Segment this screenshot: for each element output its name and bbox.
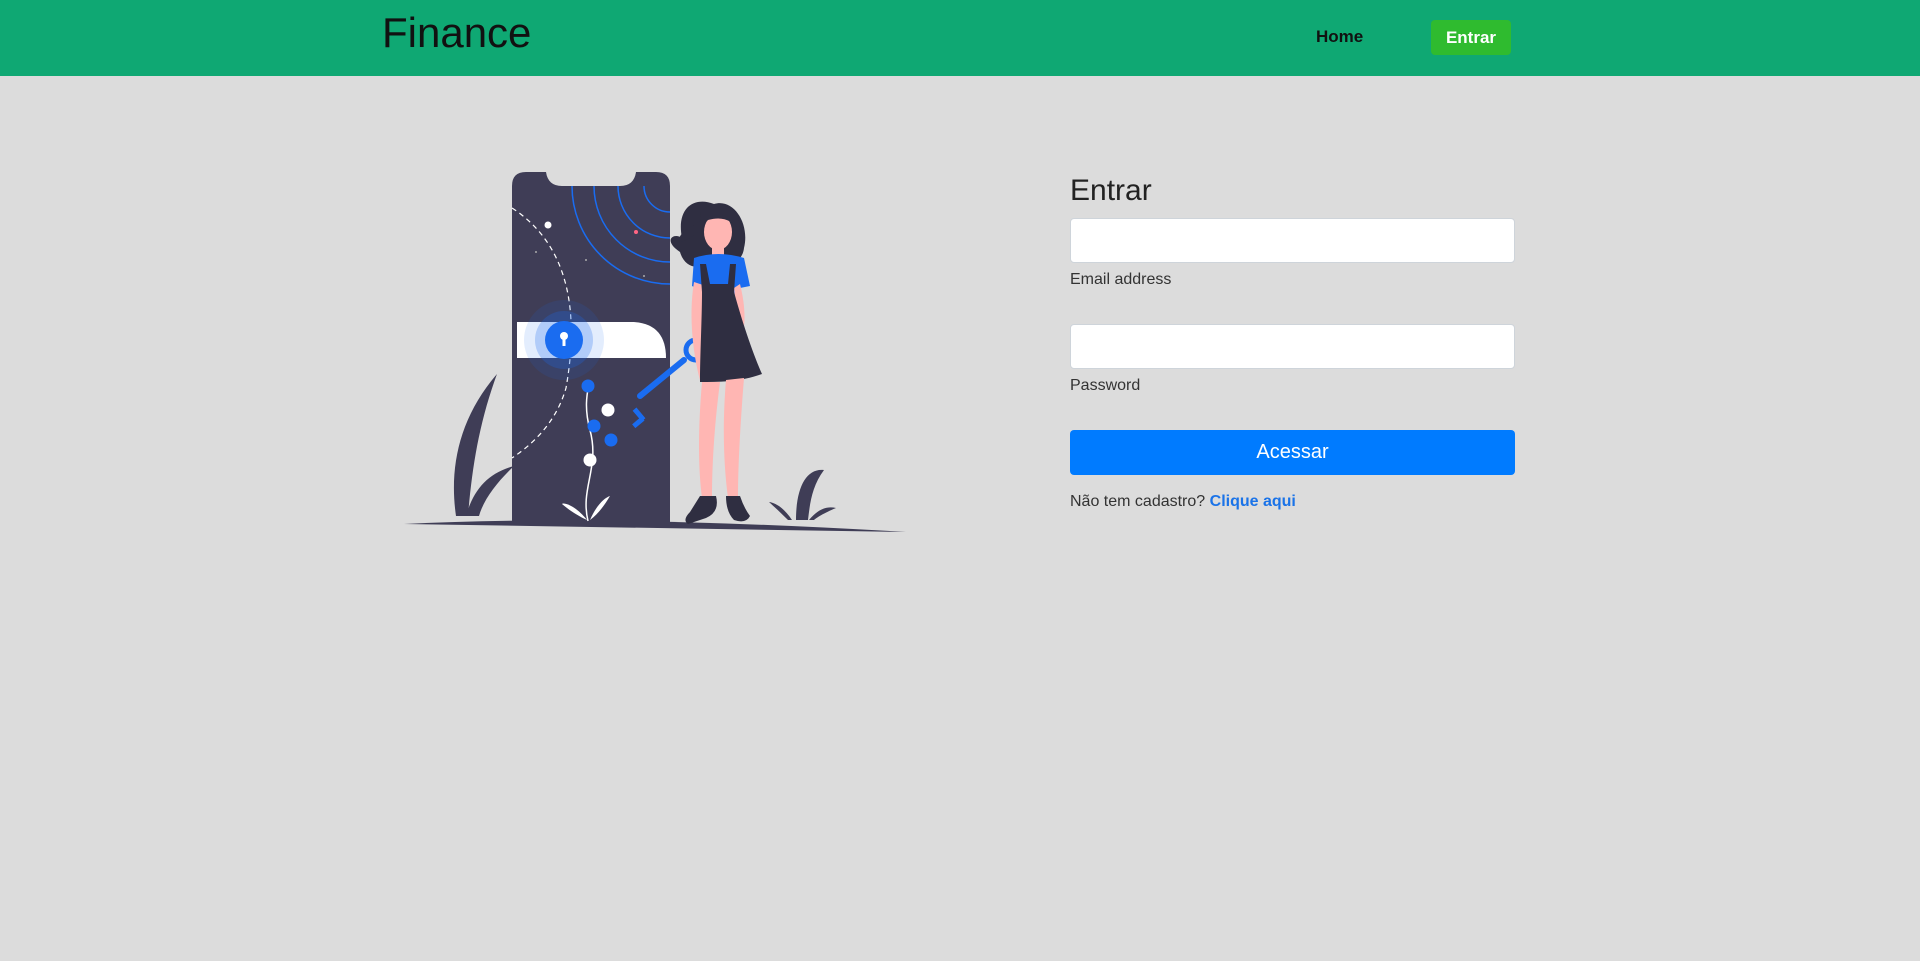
ground-shape [404, 520, 906, 532]
signup-prompt: Não tem cadastro? Clique aqui [1070, 492, 1296, 512]
signup-prompt-text: Não tem cadastro? [1070, 493, 1206, 510]
nav-login-button[interactable]: Entrar [1431, 20, 1511, 55]
password-field[interactable] [1070, 324, 1515, 369]
email-field[interactable] [1070, 218, 1515, 263]
brand-logo[interactable]: Finance [382, 8, 531, 58]
password-label: Password [1070, 377, 1141, 394]
form-title: Entrar [1070, 174, 1152, 207]
navbar: Finance Home Entrar [0, 0, 1920, 76]
secure-login-illustration [404, 172, 906, 532]
nav-home-link[interactable]: Home [1316, 26, 1363, 48]
signup-link[interactable]: Clique aqui [1210, 493, 1296, 510]
submit-button[interactable]: Acessar [1070, 430, 1515, 475]
email-label: Email address [1070, 271, 1172, 288]
